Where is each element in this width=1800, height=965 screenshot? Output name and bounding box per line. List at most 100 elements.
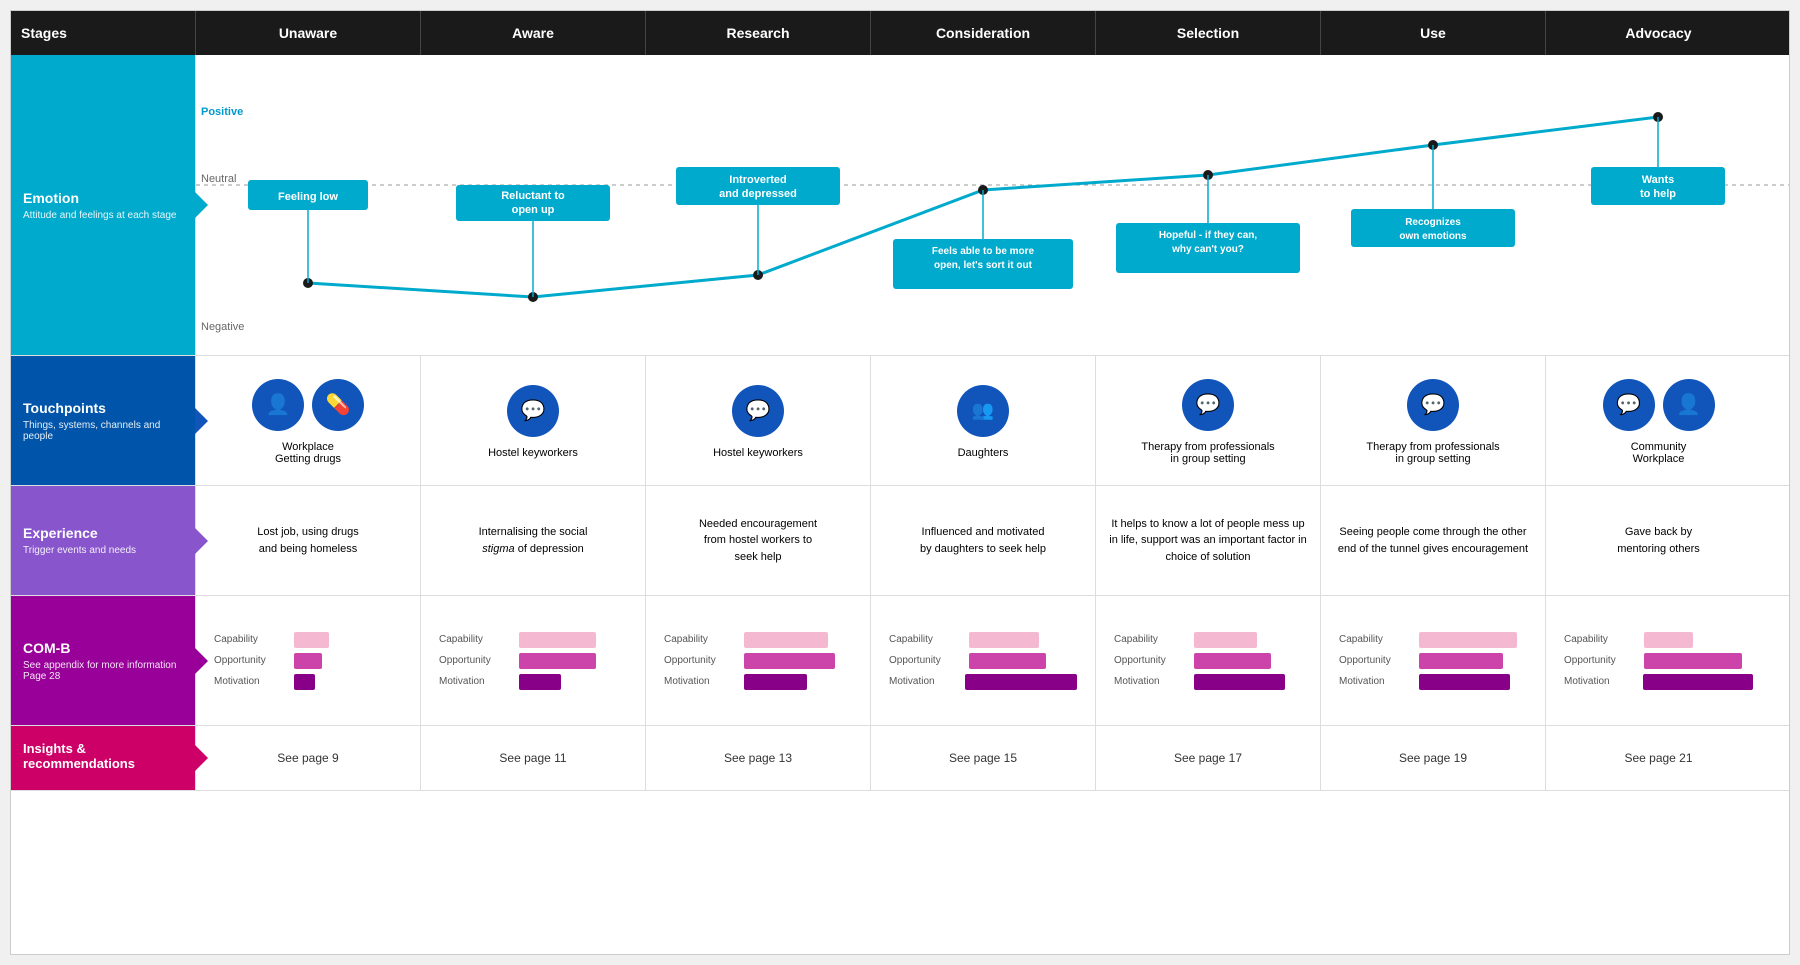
svg-text:Positive: Positive <box>201 106 243 118</box>
emotion-title: Emotion <box>23 190 183 206</box>
touchpoints-label-cell: Touchpoints Things, systems, channels an… <box>11 356 196 485</box>
insights-consideration: See page 15 <box>871 726 1096 790</box>
touchpoints-unaware: 👤 💊 WorkplaceGetting drugs <box>196 356 421 485</box>
experience-advocacy: Gave back bymentoring others <box>1546 486 1771 595</box>
experience-selection-text: It helps to know a lot of people mess up… <box>1106 516 1310 566</box>
experience-use: Seeing people come through the other end… <box>1321 486 1546 595</box>
comb-research: Capability Opportunity Motivation <box>646 596 871 725</box>
touchpoints-advocacy: 💬 👤 CommunityWorkplace <box>1546 356 1771 485</box>
experience-unaware-text: Lost job, using drugsand being homeless <box>257 524 359 557</box>
insights-consideration-text: See page 15 <box>949 751 1017 765</box>
experience-consideration-text: Influenced and motivatedby daughters to … <box>920 524 1046 557</box>
col-header-research: Research <box>646 11 871 55</box>
touchpoints-subtitle: Things, systems, channels and people <box>23 420 183 442</box>
svg-text:Wants: Wants <box>1642 174 1675 186</box>
insights-title: Insights & recommendations <box>23 741 183 771</box>
chat-group-icon-selection: 💬 <box>1182 379 1234 431</box>
stages-header: Stages <box>11 11 196 55</box>
touchpoints-row: Touchpoints Things, systems, channels an… <box>11 356 1789 486</box>
touchpoints-unaware-text: WorkplaceGetting drugs <box>275 441 341 465</box>
touchpoints-aware: 💬 Hostel keyworkers <box>421 356 646 485</box>
experience-use-text: Seeing people come through the other end… <box>1331 524 1535 557</box>
comb-title: COM-B <box>23 640 183 656</box>
insights-aware-text: See page 11 <box>499 751 566 765</box>
svg-text:open, let's sort it out: open, let's sort it out <box>934 260 1033 271</box>
svg-text:Feeling low: Feeling low <box>278 191 338 203</box>
insights-selection-text: See page 17 <box>1174 751 1242 765</box>
col-header-advocacy: Advocacy <box>1546 11 1771 55</box>
touchpoints-selection: 💬 Therapy from professionalsin group set… <box>1096 356 1321 485</box>
experience-aware-text: Internalising the socialstigma of depres… <box>479 524 588 557</box>
person-computer-icon: 👤 <box>252 379 304 431</box>
comb-consideration: Capability Opportunity Motivation <box>871 596 1096 725</box>
touchpoints-use: 💬 Therapy from professionalsin group set… <box>1321 356 1546 485</box>
col-header-unaware: Unaware <box>196 11 421 55</box>
experience-label-cell: Experience Trigger events and needs <box>11 486 196 595</box>
group-icon-consideration: 👥 <box>957 385 1009 437</box>
col-header-aware: Aware <box>421 11 646 55</box>
experience-advocacy-text: Gave back bymentoring others <box>1617 524 1700 557</box>
touchpoints-consideration: 👥 Daughters <box>871 356 1096 485</box>
insights-row: Insights & recommendations See page 9 Se… <box>11 726 1789 791</box>
comb-aware: Capability Opportunity Motivation <box>421 596 646 725</box>
chat-bubbles-icon-research: 💬 <box>732 385 784 437</box>
touchpoints-use-text: Therapy from professionalsin group setti… <box>1366 441 1499 465</box>
insights-use-text: See page 19 <box>1399 751 1467 765</box>
col-header-consideration: Consideration <box>871 11 1096 55</box>
touchpoints-advocacy-text: CommunityWorkplace <box>1631 441 1687 465</box>
col-header-selection: Selection <box>1096 11 1321 55</box>
svg-text:Recognizes: Recognizes <box>1405 217 1461 228</box>
svg-text:Feels able to be more: Feels able to be more <box>932 246 1035 257</box>
svg-text:Hopeful - if they can,: Hopeful - if they can, <box>1159 230 1258 241</box>
comb-selection: Capability Opportunity Motivation <box>1096 596 1321 725</box>
journey-map: Stages Unaware Aware Research Considerat… <box>10 10 1790 955</box>
header-row: Stages Unaware Aware Research Considerat… <box>11 11 1789 55</box>
chat-bubbles-icon-advocacy: 💬 <box>1603 379 1655 431</box>
insights-unaware: See page 9 <box>196 726 421 790</box>
touchpoints-title: Touchpoints <box>23 400 183 416</box>
insights-aware: See page 11 <box>421 726 646 790</box>
insights-use: See page 19 <box>1321 726 1546 790</box>
touchpoints-aware-text: Hostel keyworkers <box>488 447 578 459</box>
insights-advocacy-text: See page 21 <box>1624 751 1692 765</box>
experience-row: Experience Trigger events and needs Lost… <box>11 486 1789 596</box>
experience-aware: Internalising the socialstigma of depres… <box>421 486 646 595</box>
svg-text:Reluctant to: Reluctant to <box>501 190 565 202</box>
chat-icon-aware: 💬 <box>507 385 559 437</box>
experience-title: Experience <box>23 525 183 541</box>
experience-research: Needed encouragementfrom hostel workers … <box>646 486 871 595</box>
svg-text:to help: to help <box>1640 188 1676 200</box>
comb-label-cell: COM-B See appendix for more information … <box>11 596 196 725</box>
emotion-subtitle: Attitude and feelings at each stage <box>23 210 183 221</box>
insights-label-cell: Insights & recommendations <box>11 726 196 790</box>
svg-text:Neutral: Neutral <box>201 173 236 185</box>
touchpoints-selection-text: Therapy from professionalsin group setti… <box>1141 441 1274 465</box>
comb-use: Capability Opportunity Motivation <box>1321 596 1546 725</box>
chat-group-icon-use: 💬 <box>1407 379 1459 431</box>
comb-row: COM-B See appendix for more information … <box>11 596 1789 726</box>
svg-text:Negative: Negative <box>201 321 244 333</box>
comb-subtitle: See appendix for more information Page 2… <box>23 660 183 682</box>
svg-text:why can't you?: why can't you? <box>1171 244 1244 255</box>
person-work-icon-advocacy: 👤 <box>1663 379 1715 431</box>
experience-subtitle: Trigger events and needs <box>23 545 183 556</box>
svg-text:open up: open up <box>512 204 555 216</box>
emotion-row: Emotion Attitude and feelings at each st… <box>11 55 1789 356</box>
touchpoints-research-text: Hostel keyworkers <box>713 447 803 459</box>
experience-consideration: Influenced and motivatedby daughters to … <box>871 486 1096 595</box>
emotion-chart-area: Positive Neutral Negative <box>196 55 1789 355</box>
svg-text:Introverted: Introverted <box>729 174 786 186</box>
emotion-label-cell: Emotion Attitude and feelings at each st… <box>11 55 196 355</box>
insights-research: See page 13 <box>646 726 871 790</box>
insights-unaware-text: See page 9 <box>277 751 338 765</box>
experience-unaware: Lost job, using drugsand being homeless <box>196 486 421 595</box>
experience-selection: It helps to know a lot of people mess up… <box>1096 486 1321 595</box>
svg-text:and depressed: and depressed <box>719 188 797 200</box>
touchpoints-consideration-text: Daughters <box>958 447 1009 459</box>
col-header-use: Use <box>1321 11 1546 55</box>
comb-unaware: Capability Opportunity Motivation <box>196 596 421 725</box>
insights-advocacy: See page 21 <box>1546 726 1771 790</box>
insights-selection: See page 17 <box>1096 726 1321 790</box>
pills-icon: 💊 <box>312 379 364 431</box>
svg-text:own emotions: own emotions <box>1399 231 1467 242</box>
